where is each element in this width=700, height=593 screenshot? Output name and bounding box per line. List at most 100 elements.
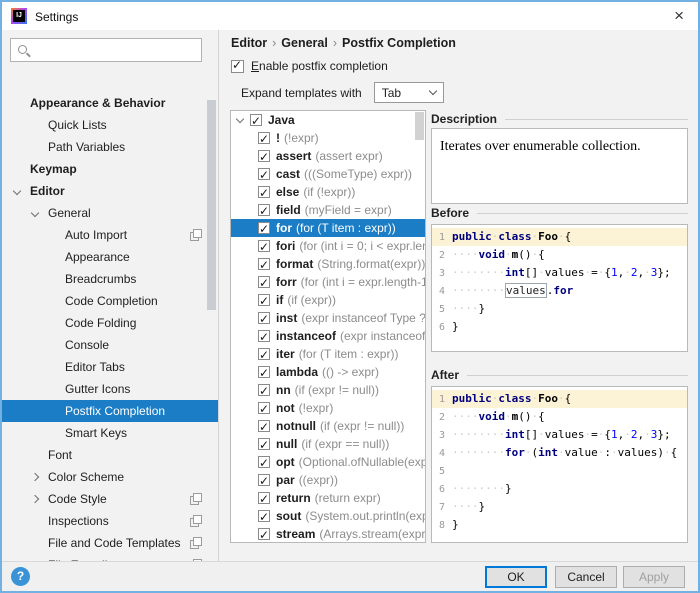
checkbox[interactable]: ✓ [258, 330, 270, 342]
checkbox[interactable]: ✓ [258, 366, 270, 378]
sidebar-item-appearance[interactable]: Appearance [2, 246, 218, 268]
sidebar-item-label: Inspections [48, 514, 109, 528]
chevron-down-icon[interactable] [236, 114, 244, 122]
sidebar-item-gutter-icons[interactable]: Gutter Icons [2, 378, 218, 400]
checkbox[interactable]: ✓ [258, 384, 270, 396]
template-row-fori[interactable]: ✓fori(for (int i = 0; i < expr.length; i… [231, 237, 425, 255]
sidebar-item-color-scheme[interactable]: Color Scheme [2, 466, 218, 488]
help-button[interactable]: ? [11, 567, 30, 586]
sidebar-item-breadcrumbs[interactable]: Breadcrumbs [2, 268, 218, 290]
template-name: format [276, 255, 313, 273]
template-row-inst[interactable]: ✓inst(expr instanceof Type ? ((Type) exp… [231, 309, 425, 327]
template-row-item[interactable]: ✓!(!expr) [231, 129, 425, 147]
checkbox[interactable]: ✓ [258, 438, 270, 450]
sidebar-item-editor[interactable]: Editor [2, 180, 218, 202]
checkbox[interactable]: ✓ [258, 222, 270, 234]
template-row-if[interactable]: ✓if(if (expr)) [231, 291, 425, 309]
template-name: if [276, 291, 283, 309]
chevron-right-icon[interactable] [31, 495, 39, 503]
template-row-field[interactable]: ✓field(myField = expr) [231, 201, 425, 219]
sidebar-item-font[interactable]: Font [2, 444, 218, 466]
sidebar-item-keymap[interactable]: Keymap [2, 158, 218, 180]
checkbox[interactable]: ✓ [258, 150, 270, 162]
template-row-for[interactable]: ✓for(for (T item : expr)) [231, 219, 425, 237]
checkbox[interactable]: ✓ [258, 294, 270, 306]
template-row-par[interactable]: ✓par((expr)) [231, 471, 425, 489]
sidebar-item-inspections[interactable]: Inspections [2, 510, 218, 532]
checkbox[interactable]: ✓ [258, 240, 270, 252]
template-row-stream[interactable]: ✓stream(Arrays.stream(expr)) [231, 525, 425, 543]
enable-postfix-checkbox[interactable]: ✓ Enable postfix completion [231, 59, 388, 73]
close-icon[interactable]: × [674, 6, 684, 26]
template-row-cast[interactable]: ✓cast(((SomeType) expr)) [231, 165, 425, 183]
sidebar-item-label: Postfix Completion [65, 404, 165, 418]
line-number: 6 [432, 319, 445, 337]
checkbox[interactable]: ✓ [258, 456, 270, 468]
template-row-nn[interactable]: ✓nn(if (expr != null)) [231, 381, 425, 399]
template-name: opt [276, 453, 295, 471]
template-row-format[interactable]: ✓format(String.format(expr)) [231, 255, 425, 273]
checkbox[interactable]: ✓ [258, 258, 270, 270]
checkbox[interactable]: ✓ [258, 168, 270, 180]
sidebar-item-editor-tabs[interactable]: Editor Tabs [2, 356, 218, 378]
sidebar-item-appearance-behavior[interactable]: Appearance & Behavior [2, 92, 218, 114]
apply-button[interactable]: Apply [623, 566, 685, 588]
sidebar-item-auto-import[interactable]: Auto Import [2, 224, 218, 246]
template-row-lambda[interactable]: ✓lambda(() -> expr) [231, 363, 425, 381]
sidebar-item-label: Quick Lists [48, 118, 107, 132]
template-row-null[interactable]: ✓null(if (expr == null)) [231, 435, 425, 453]
checkbox[interactable]: ✓ [258, 474, 270, 486]
checkbox[interactable]: ✓ [258, 348, 270, 360]
template-name: inst [276, 309, 297, 327]
template-row-sout[interactable]: ✓sout(System.out.println(expr)) [231, 507, 425, 525]
tree-scrollbar[interactable] [415, 112, 424, 140]
chevron-down-icon[interactable] [31, 209, 39, 217]
sidebar-item-quick-lists[interactable]: Quick Lists [2, 114, 218, 136]
breadcrumb-general[interactable]: General [281, 36, 328, 50]
sidebar-item-label: Breadcrumbs [65, 272, 136, 286]
template-row-assert[interactable]: ✓assert(assert expr) [231, 147, 425, 165]
checkbox[interactable]: ✓ [258, 186, 270, 198]
sidebar-item-code-style[interactable]: Code Style [2, 488, 218, 510]
sidebar-item-path-variables[interactable]: Path Variables [2, 136, 218, 158]
template-row-else[interactable]: ✓else(if (!expr)) [231, 183, 425, 201]
search-input[interactable] [10, 38, 202, 62]
sidebar-scrollbar[interactable] [207, 100, 216, 310]
checkbox[interactable]: ✓ [258, 132, 270, 144]
sidebar-item-file-encodings[interactable]: File Encodings [2, 554, 218, 561]
tree-root-label: Java [268, 111, 295, 129]
ok-button[interactable]: OK [485, 566, 547, 588]
sidebar-item-general[interactable]: General [2, 202, 218, 224]
checkbox[interactable]: ✓ [258, 528, 270, 540]
sidebar-item-code-completion[interactable]: Code Completion [2, 290, 218, 312]
tree-root-java[interactable]: ✓ Java [231, 111, 425, 129]
checkbox[interactable]: ✓ [258, 510, 270, 522]
sidebar-item-smart-keys[interactable]: Smart Keys [2, 422, 218, 444]
template-row-forr[interactable]: ✓forr(for (int i = expr.length-1; i >= 0… [231, 273, 425, 291]
checkbox[interactable]: ✓ [231, 60, 244, 73]
template-name: stream [276, 525, 315, 543]
sidebar-item-list: Appearance & Behavior Quick Lists Path Var… [2, 92, 218, 561]
checkbox[interactable]: ✓ [258, 402, 270, 414]
breadcrumb-editor[interactable]: Editor [231, 36, 267, 50]
checkbox[interactable]: ✓ [258, 312, 270, 324]
sidebar-item-code-folding[interactable]: Code Folding [2, 312, 218, 334]
checkbox[interactable]: ✓ [258, 492, 270, 504]
checkbox[interactable]: ✓ [258, 276, 270, 288]
chevron-right-icon[interactable] [31, 473, 39, 481]
sidebar-item-console[interactable]: Console [2, 334, 218, 356]
template-row-notnull[interactable]: ✓notnull(if (expr != null)) [231, 417, 425, 435]
expand-templates-select[interactable]: Tab [374, 82, 444, 103]
checkbox[interactable]: ✓ [258, 204, 270, 216]
template-row-return[interactable]: ✓return(return expr) [231, 489, 425, 507]
sidebar-item-file-and-code-templates[interactable]: File and Code Templates [2, 532, 218, 554]
template-row-instanceof[interactable]: ✓instanceof(expr instanceof Type ? ((Typ… [231, 327, 425, 345]
cancel-button[interactable]: Cancel [555, 566, 617, 588]
checkbox[interactable]: ✓ [250, 114, 262, 126]
checkbox[interactable]: ✓ [258, 420, 270, 432]
chevron-down-icon[interactable] [13, 187, 21, 195]
template-row-opt[interactable]: ✓opt(Optional.ofNullable(expr)) [231, 453, 425, 471]
template-row-iter[interactable]: ✓iter(for (T item : expr)) [231, 345, 425, 363]
template-row-not[interactable]: ✓not(!expr) [231, 399, 425, 417]
sidebar-item-postfix-completion[interactable]: Postfix Completion [2, 400, 218, 422]
